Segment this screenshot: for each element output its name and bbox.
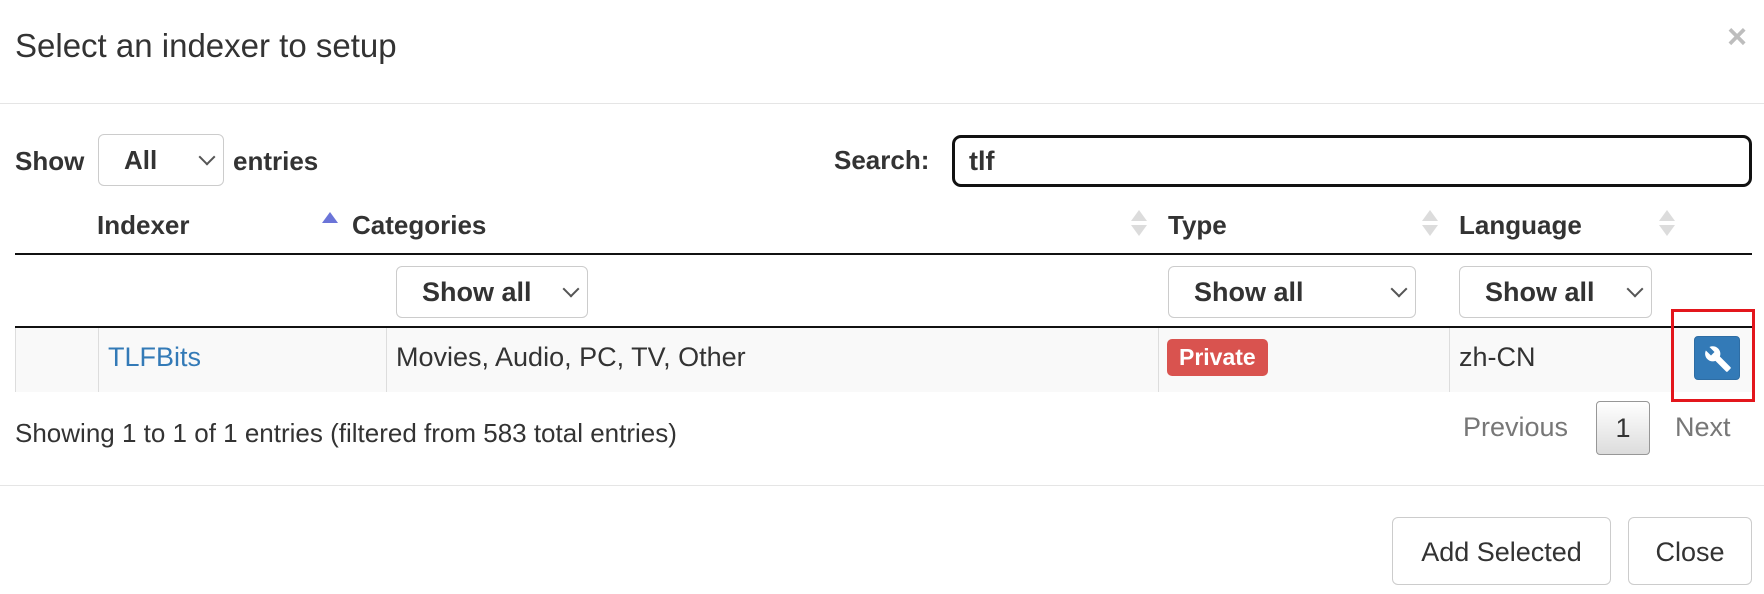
cell-separator: [1449, 328, 1450, 392]
cell-separator: [1158, 328, 1159, 392]
footer-divider: [0, 485, 1764, 486]
pagination-next[interactable]: Next: [1675, 411, 1731, 443]
configure-indexer-button[interactable]: [1694, 336, 1740, 380]
show-label: Show: [15, 146, 85, 176]
cell-separator: [386, 328, 387, 392]
chevron-down-icon: [562, 280, 580, 298]
wrench-icon: [1705, 346, 1731, 372]
column-header-language[interactable]: Language: [1459, 210, 1582, 240]
indexer-link[interactable]: TLFBits: [108, 341, 201, 373]
type-filter-value: Show all: [1194, 277, 1304, 307]
categories-cell: Movies, Audio, PC, TV, Other: [396, 342, 746, 372]
type-filter-select[interactable]: Show all: [1168, 266, 1416, 318]
entries-label: entries: [233, 146, 319, 176]
cell-separator: [15, 328, 16, 392]
categories-filter-select[interactable]: Show all: [396, 266, 588, 318]
column-header-categories[interactable]: Categories: [352, 210, 486, 240]
categories-filter-value: Show all: [422, 277, 532, 307]
language-filter-value: Show all: [1485, 277, 1595, 307]
select-indexer-modal: Select an indexer to setup × Show All en…: [0, 0, 1764, 594]
close-icon[interactable]: ×: [1727, 20, 1747, 54]
chevron-down-icon: [1626, 280, 1644, 298]
pagination-previous[interactable]: Previous: [1463, 411, 1568, 443]
sort-both-icon: [1131, 210, 1147, 238]
modal-header: Select an indexer to setup ×: [0, 0, 1764, 104]
language-filter-select[interactable]: Show all: [1459, 266, 1652, 318]
cell-separator: [98, 328, 99, 392]
close-button[interactable]: Close: [1628, 517, 1752, 585]
header-divider: [15, 253, 1752, 255]
search-input[interactable]: [952, 135, 1752, 187]
table-info: Showing 1 to 1 of 1 entries (filtered fr…: [15, 418, 677, 448]
column-header-type[interactable]: Type: [1168, 210, 1227, 240]
pagination-current-page[interactable]: 1: [1596, 401, 1650, 455]
search-label: Search:: [834, 145, 930, 175]
add-selected-button[interactable]: Add Selected: [1392, 517, 1611, 585]
entries-length-value: All: [124, 145, 158, 175]
language-cell: zh-CN: [1459, 342, 1536, 372]
sort-both-icon: [1659, 210, 1675, 238]
chevron-down-icon: [198, 148, 216, 166]
column-header-indexer[interactable]: Indexer: [97, 210, 190, 240]
sort-ascending-icon: [322, 212, 338, 223]
type-badge: Private: [1167, 339, 1268, 376]
modal-title: Select an indexer to setup: [15, 27, 397, 64]
entries-length-select[interactable]: All: [98, 134, 224, 186]
chevron-down-icon: [1390, 280, 1408, 298]
sort-both-icon: [1422, 210, 1438, 238]
